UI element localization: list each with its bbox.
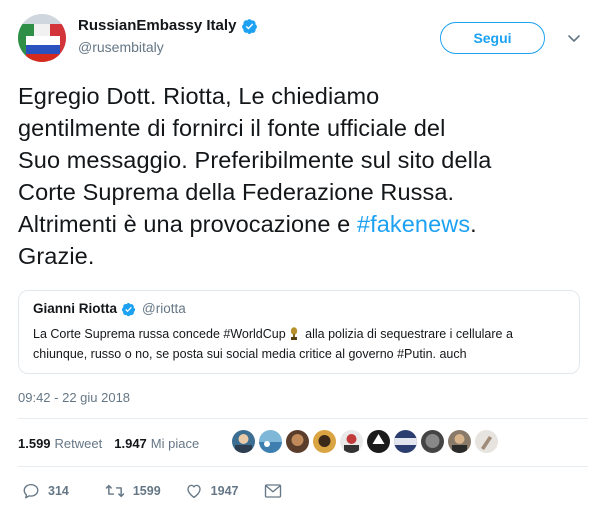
retweet-button[interactable]: 1599 — [105, 482, 161, 500]
tweet-stats: 1.599 Retweet 1.947 Mi piace — [18, 428, 211, 458]
liker-avatars — [232, 430, 498, 453]
quoted-line: La Corte Suprema russa concede #WorldCup… — [33, 324, 565, 344]
avatar[interactable] — [394, 430, 417, 453]
like-label[interactable]: Mi piace — [151, 436, 199, 451]
quoted-text-fragment: alla polizia di sequestrare i cellulare … — [301, 327, 513, 341]
reply-button[interactable]: 314 — [22, 482, 69, 500]
tweet-line: Corte Suprema della Federazione Russa. — [18, 179, 455, 205]
quoted-text-fragment: La Corte Suprema russa concede #WorldCup — [33, 327, 286, 341]
divider — [18, 418, 588, 419]
tweet-timestamp[interactable]: 09:42 - 22 giu 2018 — [18, 390, 130, 405]
reply-icon — [22, 482, 40, 500]
like-icon — [185, 482, 203, 500]
tweet-text: Egregio Dott. Riotta, Le chiediamo genti… — [18, 80, 588, 272]
avatar[interactable] — [367, 430, 390, 453]
direct-message-button[interactable] — [264, 483, 282, 499]
author-avatar[interactable] — [18, 14, 66, 62]
author-display-name[interactable]: RussianEmbassy Italy — [78, 16, 236, 36]
tweet-actions: 314 1599 1947 — [18, 480, 282, 502]
tweet-line: Altrimenti è una provocazione e #fakenew… — [18, 208, 588, 240]
avatar[interactable] — [340, 430, 363, 453]
quoted-tweet[interactable]: Gianni Riotta @riotta La Corte Suprema r… — [18, 290, 580, 374]
avatar[interactable] — [286, 430, 309, 453]
avatar[interactable] — [259, 430, 282, 453]
tweet-line: Suo messaggio. Preferibilmente sul sito … — [18, 147, 492, 173]
hashtag-link[interactable]: #fakenews — [357, 211, 470, 237]
author-handle[interactable]: @rusembitaly — [78, 37, 258, 57]
avatar[interactable] — [232, 430, 255, 453]
tweet-text-fragment: Altrimenti è una provocazione e — [18, 211, 357, 237]
quoted-display-name: Gianni Riotta — [33, 301, 117, 316]
like-count[interactable]: 1.947 — [114, 436, 147, 451]
quoted-line: chiunque, russo o no, se posta sui socia… — [33, 347, 467, 361]
chevron-down-icon[interactable] — [566, 30, 582, 46]
like-button[interactable]: 1947 — [185, 482, 239, 500]
tweet-line: Egregio Dott. Riotta, Le chiediamo — [18, 83, 380, 109]
follow-button[interactable]: Segui — [440, 22, 545, 54]
trophy-icon — [289, 326, 299, 340]
verified-icon — [121, 302, 136, 317]
tweet-header: RussianEmbassy Italy @rusembitaly Segui — [18, 14, 588, 64]
retweet-count[interactable]: 1.599 — [18, 436, 51, 451]
tweet-text-fragment: . — [470, 211, 477, 237]
message-icon — [264, 483, 282, 499]
retweet-icon — [105, 482, 125, 500]
tweet-line: Grazie. — [18, 243, 95, 269]
reply-count: 314 — [48, 484, 69, 498]
avatar[interactable] — [448, 430, 471, 453]
avatar[interactable] — [421, 430, 444, 453]
like-action-count: 1947 — [210, 484, 239, 498]
tweet-line: gentilmente di fornirci il fonte ufficia… — [18, 115, 446, 141]
avatar[interactable] — [313, 430, 336, 453]
avatar[interactable] — [475, 430, 498, 453]
quoted-handle: @riotta — [142, 301, 186, 316]
verified-icon — [241, 18, 258, 35]
retweet-label[interactable]: Retweet — [55, 436, 103, 451]
retweet-action-count: 1599 — [132, 484, 161, 498]
divider — [18, 466, 588, 467]
quoted-text: La Corte Suprema russa concede #WorldCup… — [33, 324, 565, 364]
